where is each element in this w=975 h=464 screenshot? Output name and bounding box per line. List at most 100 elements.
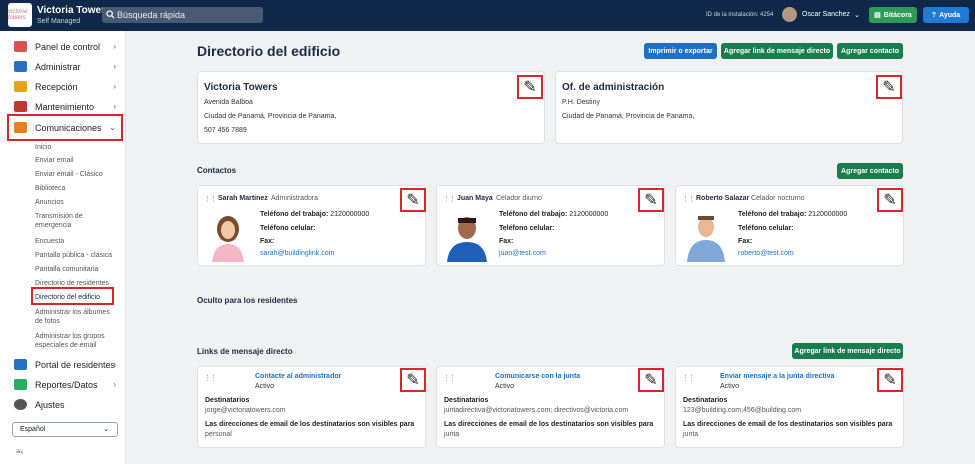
- edit-pencil-icon[interactable]: ✎: [400, 188, 426, 212]
- drag-handle-icon[interactable]: ⋮⋮: [204, 374, 217, 382]
- search-icon: [106, 10, 115, 19]
- sidebar-item-label: Mantenimiento: [35, 101, 95, 112]
- direct-link-card: ⋮⋮ Enviar mensaje a la junta directiva A…: [675, 366, 904, 448]
- contact-email-link[interactable]: roberto@test.com: [738, 250, 794, 257]
- sidebar-item-label: Portal de residentes: [35, 359, 116, 370]
- hidden-section-heading: Oculto para los residentes: [197, 296, 298, 305]
- subnav-biblioteca[interactable]: Biblioteca: [35, 184, 117, 193]
- contact-email-link[interactable]: juan@test.com: [499, 250, 546, 257]
- subnav-enviar-email-clasico[interactable]: Enviar email - Clásico: [35, 170, 117, 179]
- toolbox-icon: [14, 101, 27, 112]
- visibility-label: Las direcciones de email de los destinat…: [444, 421, 654, 428]
- add-contact-button[interactable]: Agregar contacto: [837, 43, 903, 59]
- contact-card: ⋮⋮ Sarah Martinez Administradora ✎ Teléf…: [197, 185, 426, 266]
- language-select[interactable]: Español ⌄: [12, 422, 118, 437]
- edit-pencil-icon[interactable]: ✎: [876, 75, 902, 99]
- work-phone-value: 2120000000: [808, 211, 848, 218]
- building-title: Of. de administración: [562, 82, 665, 93]
- highlight-directorio: [31, 287, 114, 305]
- sidebar-item-reportes[interactable]: Reportes/Datos ›: [14, 376, 122, 393]
- buildings-icon: [14, 61, 27, 72]
- contact-role: Administradora: [271, 195, 319, 202]
- work-phone-row: Teléfono del trabajo: 2120000000: [499, 211, 608, 218]
- contact-card: ⋮⋮ Juan Maya Celador diurno ✎ Teléfono d…: [436, 185, 665, 266]
- logo-text: victoria towers: [8, 9, 28, 21]
- work-phone-row: Teléfono del trabajo: 2120000000: [738, 211, 847, 218]
- gear-icon: [14, 399, 27, 410]
- subnav-pantalla-comunitaria[interactable]: Pantalla comunitaria: [35, 265, 117, 274]
- help-button[interactable]: ? Ayuda: [923, 7, 969, 23]
- drag-handle-icon[interactable]: ⋮⋮: [443, 374, 456, 382]
- recipients-value: jorge@victoriatowers.com: [205, 407, 286, 414]
- sidebar-item-label: Administrar: [35, 61, 81, 72]
- subnav-anuncios[interactable]: Anuncios: [35, 198, 117, 207]
- top-bar: victoria towers Victoria Towers Self Man…: [0, 0, 975, 31]
- bitacora-button[interactable]: ▤ Bitácora: [869, 7, 917, 23]
- link-title[interactable]: Enviar mensaje a la junta directiva: [720, 373, 834, 380]
- edit-pencil-icon[interactable]: ✎: [638, 188, 664, 212]
- edit-pencil-icon[interactable]: ✎: [400, 368, 426, 392]
- fax-label: Fax:: [499, 238, 514, 245]
- edit-pencil-icon[interactable]: ✎: [877, 368, 903, 392]
- work-phone-row: Teléfono del trabajo: 2120000000: [260, 211, 369, 218]
- print-export-button[interactable]: Imprimir o exportar: [644, 43, 717, 59]
- subnav-transmision[interactable]: Transmisión de emergencia: [35, 212, 117, 230]
- user-name[interactable]: Oscar Sanchez: [802, 11, 850, 18]
- contact-email-link[interactable]: sarah@buildinglink.com: [260, 250, 334, 257]
- quick-search-input[interactable]: Búsqueda rápida: [102, 7, 263, 23]
- user-avatar[interactable]: [782, 7, 797, 22]
- subnav-pantalla-publica[interactable]: Pantalla pública - clásica: [35, 251, 117, 260]
- chart-icon: [14, 379, 27, 390]
- sidebar-item-recepcion[interactable]: Recepción ›: [14, 78, 122, 95]
- sidebar-item-ajustes[interactable]: Ajustes: [14, 396, 122, 413]
- sidebar-item-administrar[interactable]: Administrar ›: [14, 58, 122, 75]
- page-title: Directorio del edificio: [197, 43, 341, 59]
- add-contact-button-secondary[interactable]: Agregar contacto: [837, 163, 903, 179]
- subnav-enviar-email[interactable]: Enviar email: [35, 156, 117, 165]
- contacts-heading: Contactos: [197, 166, 237, 175]
- chevron-down-icon: ⌄: [103, 426, 109, 433]
- dashboard-icon: [14, 41, 27, 52]
- collapse-sidebar-icon[interactable]: ≡‹: [16, 447, 23, 456]
- drag-handle-icon[interactable]: ⋮⋮: [443, 195, 456, 203]
- fax-label: Fax:: [260, 238, 275, 245]
- building-line: P.H. Destiny: [562, 99, 600, 106]
- search-placeholder: Búsqueda rápida: [117, 10, 186, 20]
- drag-handle-icon[interactable]: ⋮⋮: [682, 374, 695, 382]
- chevron-right-icon: ›: [113, 102, 116, 111]
- drag-handle-icon[interactable]: ⋮⋮: [682, 195, 695, 203]
- installation-id: ID de la instalación: 4254: [706, 12, 774, 18]
- visibility-value: personal: [205, 431, 232, 438]
- edit-pencil-icon[interactable]: ✎: [877, 188, 903, 212]
- chevron-right-icon: ›: [113, 360, 116, 369]
- help-icon: ?: [931, 11, 937, 19]
- chevron-down-icon[interactable]: ⌄: [854, 11, 860, 19]
- sidebar-item-mantenimiento[interactable]: Mantenimiento ›: [14, 98, 122, 115]
- portal-icon: [14, 359, 27, 370]
- contact-photo: [206, 212, 250, 262]
- admin-office-card: Of. de administración P.H. Destiny Ciuda…: [555, 71, 903, 144]
- contact-photo: [684, 212, 728, 262]
- sidebar-item-portal[interactable]: Portal de residentes ›: [14, 356, 122, 373]
- edit-pencil-icon[interactable]: ✎: [638, 368, 664, 392]
- link-status: Activo: [495, 383, 515, 390]
- sidebar-item-panel[interactable]: Panel de control ›: [14, 38, 122, 55]
- drag-handle-icon[interactable]: ⋮⋮: [204, 195, 217, 203]
- edit-pencil-icon[interactable]: ✎: [517, 75, 543, 99]
- visibility-value: junta: [683, 431, 699, 438]
- contact-card: ⋮⋮ Roberto Salazar Celador nocturno ✎ Te…: [675, 185, 904, 266]
- sidebar-item-label: Panel de control: [35, 41, 101, 52]
- add-direct-link-button-secondary[interactable]: Agregar link de mensaje directo: [792, 343, 903, 359]
- building-title: Victoria Towers: [204, 82, 278, 93]
- link-title[interactable]: Comunicarse con la junta: [495, 373, 580, 380]
- work-phone-label: Teléfono del trabajo:: [499, 211, 568, 218]
- subnav-inicio[interactable]: Inicio: [35, 143, 117, 152]
- app-logo[interactable]: victoria towers: [8, 3, 32, 27]
- help-label: Ayuda: [939, 11, 961, 19]
- subnav-albumes[interactable]: Administrar los álbumes de fotos: [35, 308, 117, 326]
- link-title[interactable]: Contacte al administrador: [255, 373, 341, 380]
- add-direct-link-button[interactable]: Agregar link de mensaje directo: [721, 43, 833, 59]
- subnav-grupos-email[interactable]: Administrar los grupos especiales de ema…: [35, 332, 117, 350]
- subnav-encuesta[interactable]: Encuesta: [35, 237, 117, 246]
- contact-name: Juan Maya: [457, 195, 493, 202]
